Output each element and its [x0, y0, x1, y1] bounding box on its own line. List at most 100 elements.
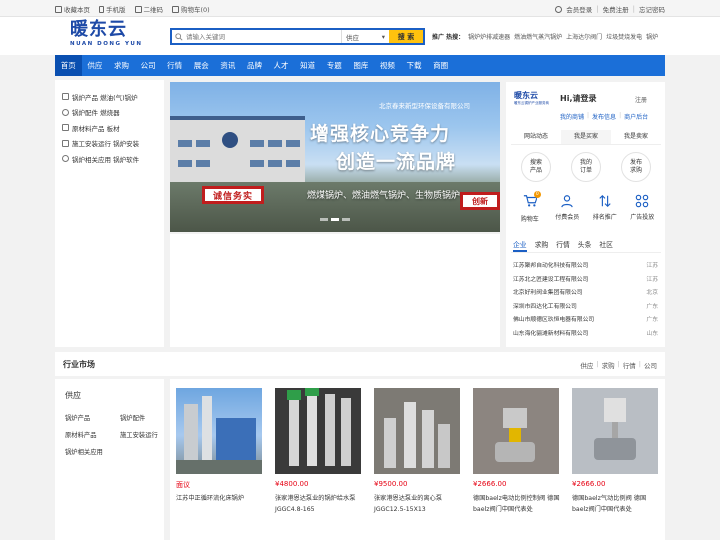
category-sidebar: 锅炉产品 燃油(气)锅炉 锅炉配件 燃烧器 原材料产品 板材 施工安装运行 锅炉… [55, 80, 164, 347]
market-category-link[interactable]: 锅炉产品 [65, 413, 120, 422]
product-card[interactable]: 面议 江苏中正循环流化床锅炉 [170, 379, 269, 540]
sidebar-item-installation[interactable]: 施工安装运行 锅炉安装 [55, 136, 164, 152]
nav-item-qa[interactable]: 知道 [294, 55, 321, 76]
ranking-icon [599, 194, 611, 208]
bookmark-link[interactable]: 收藏本页 [55, 4, 90, 14]
carousel-dot-active[interactable] [331, 218, 339, 221]
quick-vip[interactable]: 付费会员 [550, 194, 584, 223]
sidebar-item-boiler[interactable]: 锅炉产品 燃油(气)锅炉 [55, 89, 164, 105]
merchant-backend-link[interactable]: 商户后台 [624, 112, 648, 121]
my-store-link[interactable]: 我的商铺 [560, 112, 584, 121]
product-price: ¥2666.00 [473, 480, 507, 488]
post-request-button[interactable]: 发布 求购 [621, 152, 651, 182]
panel-tabs: 网站动态 我是买家 我是卖家 [511, 130, 661, 145]
tab-market[interactable]: 行情 [556, 238, 570, 252]
tab-seller[interactable]: 我是卖家 [611, 130, 661, 144]
shortcut-label: 产品 [529, 167, 542, 174]
company-location: 北京 [646, 290, 658, 297]
nav-item-buy[interactable]: 求购 [108, 55, 135, 76]
panel-register-link[interactable]: 注册 [635, 95, 647, 104]
nav-item-company[interactable]: 公司 [135, 55, 162, 76]
tab-enterprise[interactable]: 企业 [513, 238, 527, 252]
sidebar-item-label: 锅炉配件 燃烧器 [72, 109, 120, 118]
hot-item[interactable]: 锅炉 [646, 32, 658, 41]
carousel-dot[interactable] [342, 218, 350, 221]
qrcode-link[interactable]: 二维码 [134, 4, 163, 14]
market-link-supply[interactable]: 供应 [580, 360, 593, 370]
product-name[interactable]: 张家港恩达泵业的离心泵JGGC12.5-15X13 [374, 493, 461, 515]
nav-item-supply[interactable]: 供应 [82, 55, 109, 76]
hot-item[interactable]: 垃圾焚烧发电 [606, 32, 642, 41]
search-input[interactable] [186, 30, 341, 43]
product-card[interactable]: ¥2666.00 德国baelz气动比例阀 德国baelz阀门中国代表处 [566, 379, 665, 540]
nav-item-exhibition[interactable]: 展会 [188, 55, 215, 76]
market-category-link[interactable]: 施工安装运行 [120, 430, 170, 439]
market-link-buy[interactable]: 求购 [602, 360, 615, 370]
tab-headlines[interactable]: 头条 [578, 238, 592, 252]
company-row[interactable]: 北京好利阀业集团有限公司 北京 [513, 285, 658, 299]
top-bar-left: 收藏本页 手机版 二维码 购物车(0) [55, 4, 210, 14]
nav-item-market[interactable]: 行情 [161, 55, 188, 76]
news-tabs: 企业 求购 行情 头条 社区 [511, 238, 661, 253]
qrcode-icon [134, 5, 142, 13]
phone-icon [99, 5, 104, 13]
product-card[interactable]: ¥2666.00 德国baelz电动比例控制阀 德国baelz阀门中国代表处 [467, 379, 566, 540]
login-greeting[interactable]: Hi,请登录 [560, 93, 596, 104]
hero-banner[interactable]: 诚信务实 创新 北京春来新型环保设备有限公司 增强核心竞争力 创造一流品牌 燃煤… [170, 82, 500, 232]
forgot-password-link[interactable]: 忘记密码 [639, 4, 665, 14]
market-category-link[interactable]: 锅炉相关应用 [65, 447, 120, 456]
register-link[interactable]: 免费注册 [603, 4, 629, 14]
product-name[interactable]: 张家港恩达泵业的锅炉给水泵JGGC4.8-165 [275, 493, 362, 515]
nav-item-brand[interactable]: 品牌 [241, 55, 268, 76]
hot-item[interactable]: 锅炉炉排减速器 [468, 32, 510, 41]
sidebar-item-materials[interactable]: 原材料产品 板材 [55, 120, 164, 136]
sidebar-item-parts[interactable]: 锅炉配件 燃烧器 [55, 105, 164, 121]
search-category-select[interactable]: 供应 ▾ [341, 30, 389, 43]
product-name[interactable]: 德国baelz气动比例阀 德国baelz阀门中国代表处 [572, 493, 659, 515]
company-row[interactable]: 深圳市四达化工有限公司 广东 [513, 299, 658, 313]
tab-buy[interactable]: 求购 [535, 238, 549, 252]
login-link[interactable]: 会员登录 [566, 4, 592, 14]
nav-item-business[interactable]: 商圈 [427, 55, 454, 76]
tab-buyer[interactable]: 我是买家 [561, 130, 611, 144]
publish-link[interactable]: 发布信息 [592, 112, 616, 121]
my-orders-button[interactable]: 我的 订单 [571, 152, 601, 182]
product-name[interactable]: 德国baelz电动比例控制阀 德国baelz阀门中国代表处 [473, 493, 560, 515]
quick-ads[interactable]: 广告投放 [625, 194, 659, 223]
nav-item-video[interactable]: 视频 [374, 55, 401, 76]
nav-item-news[interactable]: 资讯 [215, 55, 242, 76]
market-category-link[interactable]: 锅炉配件 [120, 413, 170, 422]
company-row[interactable]: 佛山市顺德区玖恒电器有限公司 广东 [513, 312, 658, 326]
tab-community[interactable]: 社区 [599, 238, 613, 252]
search-button[interactable]: 搜 索 [389, 30, 423, 43]
market-link-company[interactable]: 公司 [644, 360, 657, 370]
market-category-link[interactable]: 原材料产品 [65, 430, 120, 439]
company-row[interactable]: 江苏聚邦自动化科技有限公司 江苏 [513, 258, 658, 272]
product-card[interactable]: ¥9500.00 张家港恩达泵业的离心泵JGGC12.5-15X13 [368, 379, 467, 540]
mobile-link[interactable]: 手机版 [99, 4, 126, 14]
product-card[interactable]: ¥4800.00 张家港恩达泵业的锅炉给水泵JGGC4.8-165 [269, 379, 368, 540]
company-row[interactable]: 山东海化骊滩新材料有限公司 山东 [513, 326, 658, 340]
panel-links: 我的商铺 | 发布信息 | 商户后台 [560, 112, 648, 121]
quick-ranking[interactable]: 排名推广 [588, 194, 622, 223]
site-logo[interactable]: 暖东云 NUAN DONG YUN [70, 19, 145, 47]
nav-item-topics[interactable]: 专题 [321, 55, 348, 76]
search-product-button[interactable]: 搜索 产品 [521, 152, 551, 182]
company-name: 江苏聚邦自动化科技有限公司 [513, 263, 589, 270]
logo-subtext: NUAN DONG YUN [70, 41, 143, 47]
product-name[interactable]: 江苏中正循环流化床锅炉 [176, 493, 263, 504]
carousel-dot[interactable] [320, 218, 328, 221]
nav-item-talent[interactable]: 人才 [268, 55, 295, 76]
company-row[interactable]: 江苏北之匠建设工程有限公司 江苏 [513, 272, 658, 286]
cart-icon: 0 [523, 191, 541, 210]
quick-cart[interactable]: 0 购物车 [513, 191, 547, 223]
market-link-prices[interactable]: 行情 [623, 360, 636, 370]
cart-link[interactable]: 购物车(0) [172, 4, 210, 14]
nav-item-home[interactable]: 首页 [55, 55, 82, 76]
hot-item[interactable]: 上海达尔阀门 [566, 32, 602, 41]
sidebar-item-applications[interactable]: 锅炉相关应用 锅炉软件 [55, 151, 164, 167]
nav-item-download[interactable]: 下载 [401, 55, 428, 76]
tab-site-news[interactable]: 网站动态 [511, 130, 561, 144]
hot-item[interactable]: 燃油燃气蒸汽锅炉 [514, 32, 562, 41]
nav-item-gallery[interactable]: 图库 [348, 55, 375, 76]
